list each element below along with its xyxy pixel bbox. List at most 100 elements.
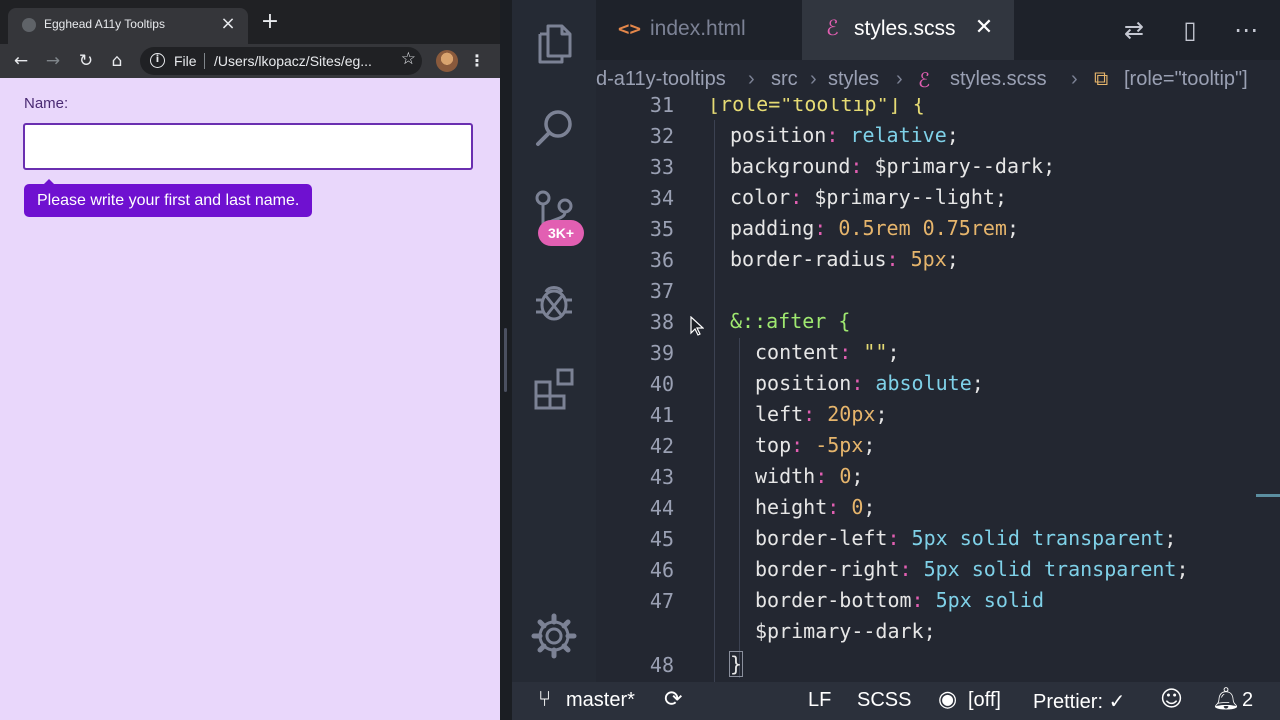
split-editor-icon[interactable]: ▯ (1174, 14, 1206, 46)
line-number: 33 (649, 155, 674, 179)
code-property: border-right (755, 557, 900, 581)
code-colon: : (790, 185, 815, 209)
name-input[interactable] (23, 123, 473, 170)
line-number: 44 (649, 496, 674, 520)
search-icon[interactable] (530, 104, 578, 152)
address-path: /Users/lkopacz/Sites/eg... (214, 53, 372, 69)
line-number: 41 (649, 403, 674, 427)
code-property: padding (730, 216, 815, 240)
code-value: $primary--dark; (755, 619, 936, 643)
line-number: 37 (649, 279, 674, 303)
code-semicolon: ; (887, 340, 900, 364)
browser-tab[interactable]: Egghead A11y Tooltips × (8, 8, 248, 44)
code-line: [role="tooltip"] { (708, 98, 925, 120)
code-brace: } (728, 651, 744, 677)
code-line: $primary--dark; (755, 616, 936, 647)
sass-icon: ℰ (918, 70, 931, 92)
code-line: border-radius: 5px; (730, 244, 959, 275)
line-number: 35 (649, 217, 674, 241)
code-area[interactable]: [role="tooltip"] {position: relative; bac… (708, 98, 1280, 682)
live-share-status[interactable]: [off] (968, 689, 1001, 712)
git-branch[interactable]: master* (566, 689, 635, 712)
line-number: 42 (649, 434, 674, 458)
close-tab-icon[interactable]: × (216, 12, 240, 36)
tab-index-html[interactable]: <> index.html (596, 0, 802, 60)
code-colon: : (887, 526, 912, 550)
chevron-right-icon: › (748, 68, 755, 90)
code-colon: : (827, 495, 852, 519)
settings-gear-icon[interactable] (530, 612, 578, 660)
code-property: height (755, 495, 828, 519)
browser-tab-strip: Egghead A11y Tooltips × + (0, 0, 500, 44)
line-number: 40 (649, 372, 674, 396)
prettier-status[interactable]: Prettier: ✓ (1033, 689, 1125, 714)
code-colon: : (850, 154, 875, 178)
back-icon[interactable]: ← (8, 48, 34, 74)
language-mode[interactable]: SCSS (857, 689, 911, 712)
address-bar[interactable]: i File /Users/lkopacz/Sites/eg... ☆ (140, 47, 422, 75)
browser-tab-title: Egghead A11y Tooltips (44, 17, 165, 31)
bookmark-star-icon[interactable]: ☆ (401, 49, 416, 69)
new-tab-button[interactable]: + (258, 10, 282, 34)
address-scheme: File (174, 53, 197, 69)
code-property: left (755, 402, 804, 426)
line-number: 46 (649, 558, 674, 582)
extensions-icon[interactable] (530, 364, 578, 412)
code-colon: : (815, 464, 840, 488)
code-selector: [role="tooltip"] { (708, 98, 925, 116)
explorer-icon[interactable] (530, 20, 578, 68)
code-value: 5px solid (935, 588, 1045, 612)
line-number: 39 (649, 341, 674, 365)
indent-guide (714, 120, 715, 682)
reload-icon[interactable]: ↻ (73, 48, 99, 74)
code-value: 5px solid transparent (923, 557, 1177, 581)
code-semicolon: ; (946, 123, 959, 147)
breadcrumb-item[interactable]: d-a11y-tooltips (596, 68, 726, 91)
editor-tab-bar: <> index.html ℰ styles.scss ✕ ⇄ ▯ ⋯ (596, 0, 1280, 60)
code-property: background (730, 154, 851, 178)
code-line: } (728, 649, 744, 680)
status-bar: ⑂ master* ⟳ LF SCSS ◉ [off] Prettier: ✓ … (512, 682, 1280, 720)
code-colon: : (851, 371, 876, 395)
code-line: position: relative; (730, 120, 959, 151)
breadcrumb-item[interactable]: [role="tooltip"] (1124, 68, 1248, 91)
code-colon: : (803, 402, 828, 426)
info-icon[interactable]: i (150, 53, 165, 68)
end-of-line[interactable]: LF (808, 689, 831, 712)
code-line: &::after { (730, 306, 850, 337)
code-property: position (755, 371, 852, 395)
profile-avatar[interactable] (436, 50, 458, 72)
sync-icon[interactable]: ⟳ (664, 687, 682, 712)
code-colon: : (826, 123, 851, 147)
code-value: "" (863, 340, 888, 364)
code-value: $primary--light (814, 185, 995, 209)
tab-styles-scss[interactable]: ℰ styles.scss ✕ (802, 0, 1014, 60)
debug-icon[interactable] (530, 278, 578, 326)
compare-changes-icon[interactable]: ⇄ (1118, 14, 1150, 46)
code-line: content: ""; (755, 337, 900, 368)
breadcrumb-item[interactable]: styles (828, 68, 879, 91)
splitter-grip[interactable] (504, 328, 507, 392)
globe-icon (22, 18, 36, 32)
name-tooltip: Please write your first and last name. (24, 179, 313, 217)
code-property: border-left (755, 526, 888, 550)
breadcrumb-item[interactable]: styles.scss (950, 68, 1047, 91)
code-semicolon: ; (1164, 526, 1177, 550)
code-value: 5px solid transparent (911, 526, 1165, 550)
indent-guide (739, 338, 740, 678)
bell-icon[interactable]: 🔔︎ (1212, 687, 1240, 712)
code-value: -5px (815, 433, 864, 457)
code-line: height: 0; (755, 492, 875, 523)
more-actions-icon[interactable]: ⋯ (1230, 14, 1262, 46)
code-semicolon: ; (1176, 557, 1189, 581)
code-line: top: -5px; (755, 430, 875, 461)
close-tab-icon[interactable]: ✕ (970, 12, 998, 44)
code-line: background: $primary--dark; (730, 151, 1055, 182)
breadcrumb-item[interactable]: src (771, 68, 798, 91)
home-icon[interactable]: ⌂ (104, 48, 130, 74)
breadcrumb: d-a11y-tooltips › src › styles › ℰ style… (596, 60, 1280, 98)
forward-icon[interactable]: → (40, 48, 66, 74)
feedback-smiley-icon[interactable]: ☺ (1160, 687, 1183, 712)
code-semicolon: ; (851, 464, 864, 488)
browser-menu-icon[interactable]: ⋮ (466, 48, 488, 74)
